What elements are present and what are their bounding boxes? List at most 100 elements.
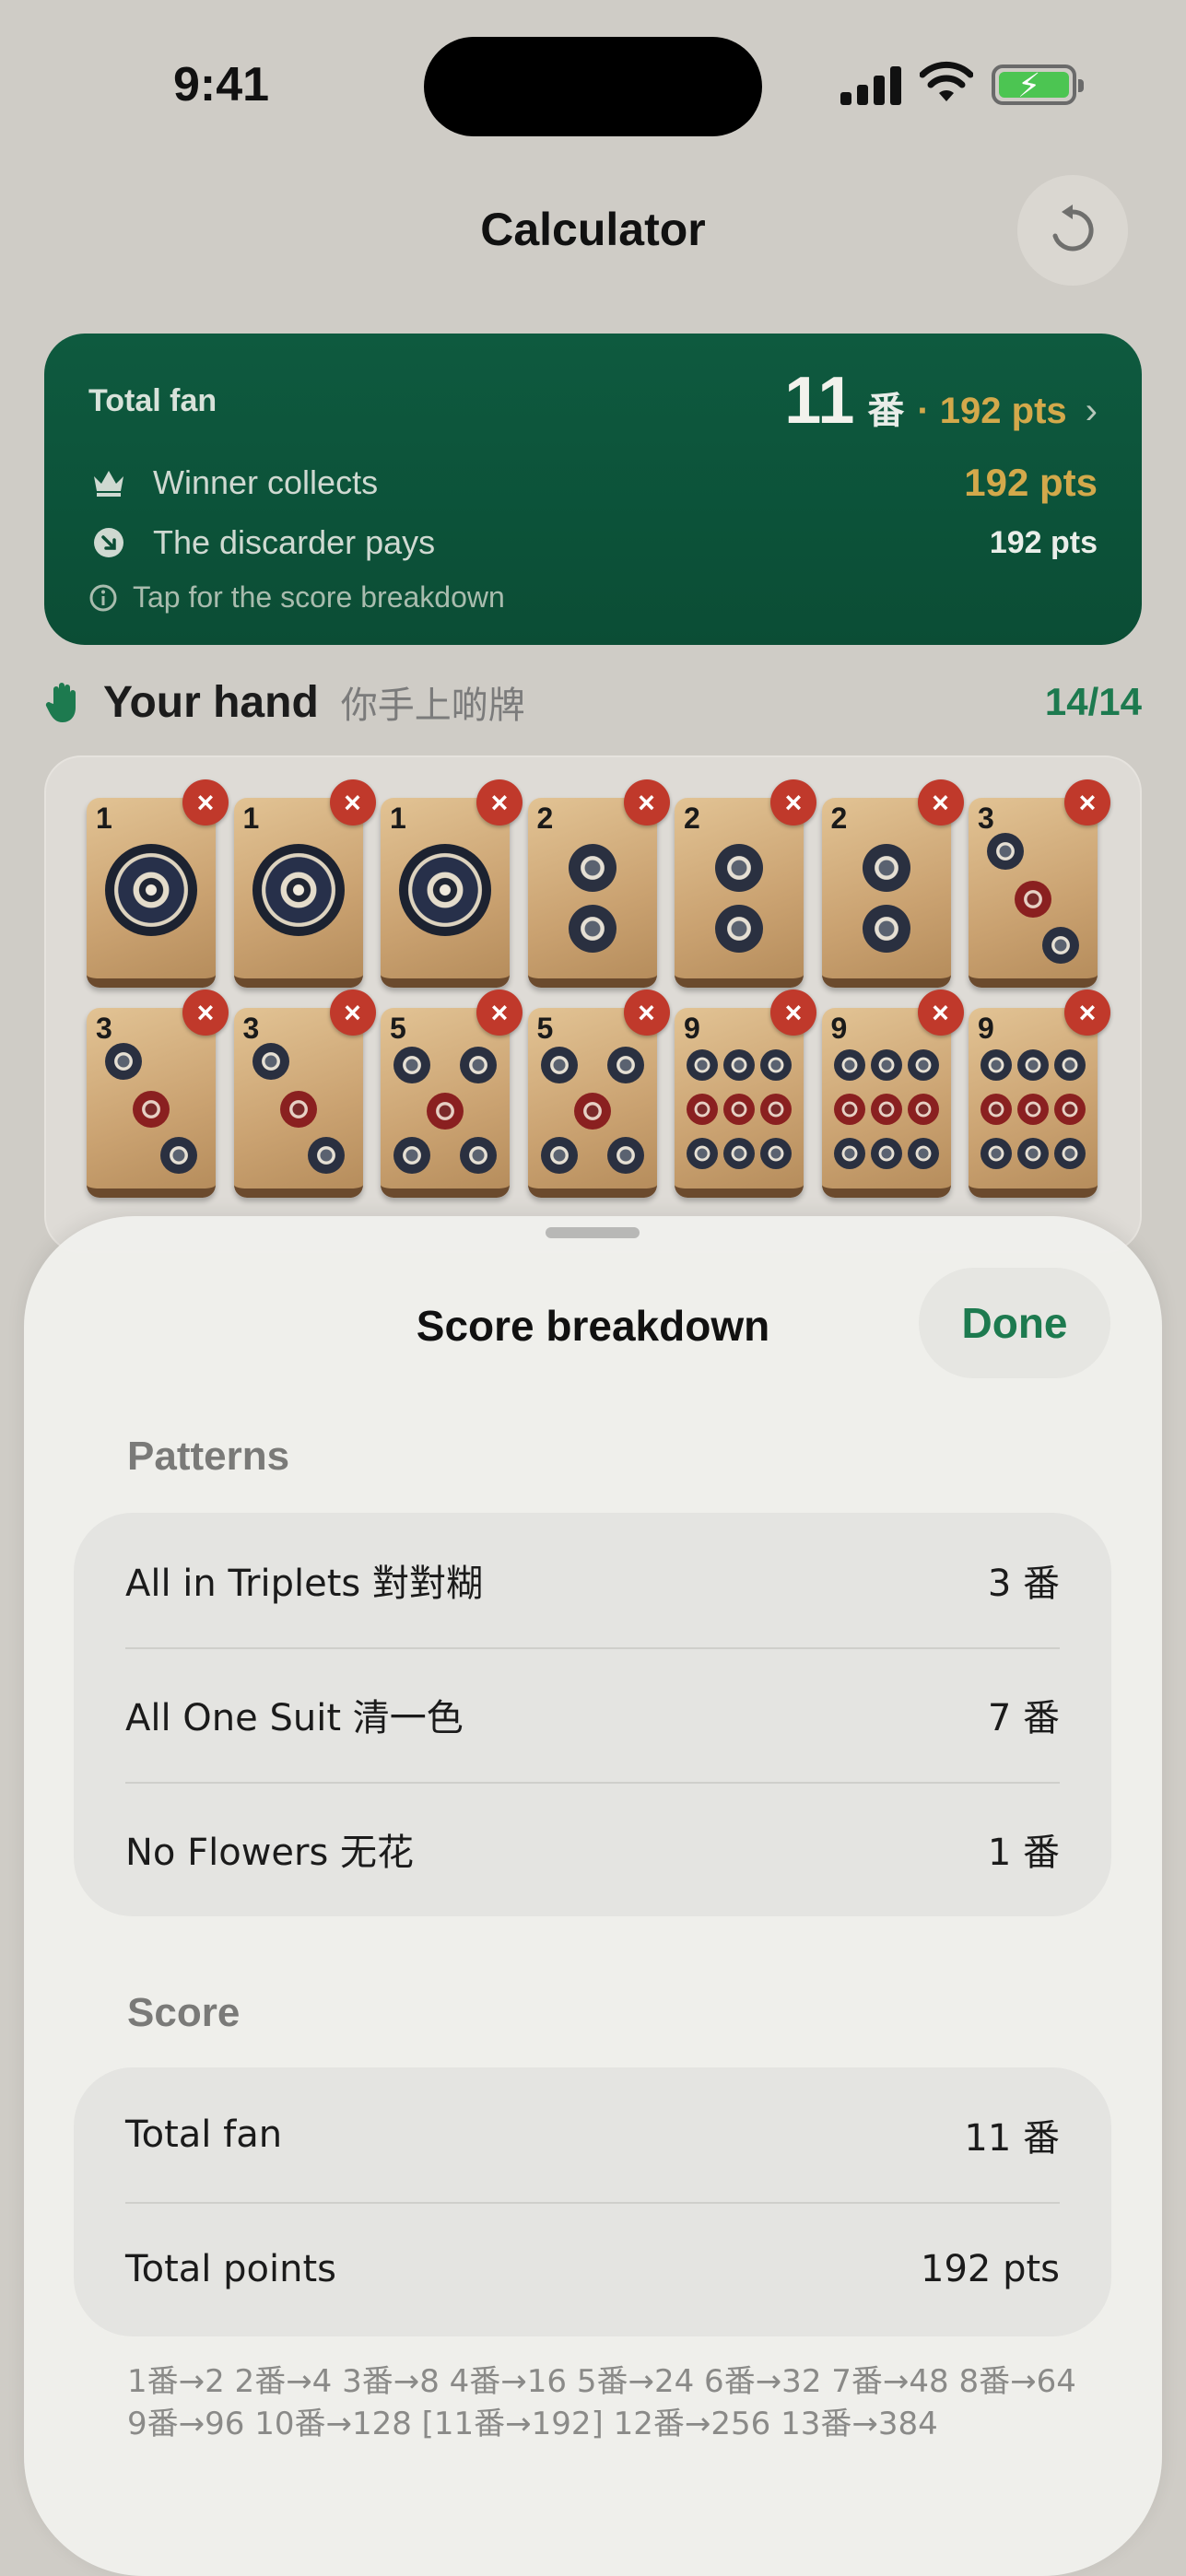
tile-dot [399,844,491,936]
mahjong-tile[interactable]: 1 × [87,779,229,988]
tile-rank: 9 [684,1012,700,1045]
hand-header: Your hand 你手上啲牌 14/14 [44,673,1142,732]
status-time: 9:41 [173,58,270,111]
tile-dot [279,1091,317,1128]
tile-dot [870,1138,902,1169]
score-row: Total fan 11 番 [125,2067,1060,2202]
tile-dot [833,1094,865,1125]
tile-dot [1042,927,1079,964]
tile-rank: 3 [978,802,994,835]
tile-rank: 5 [536,1012,554,1045]
pattern-name: No Flowers 无花 [125,1832,415,1874]
mahjong-tile[interactable]: 9 × [675,989,816,1198]
crown-icon [88,467,129,498]
mahjong-tile[interactable]: 3 × [233,989,376,1198]
remove-tile-button[interactable]: × [476,989,523,1036]
status-bar: 9:41 ⚡ [0,0,1186,175]
hand-subtitle: 你手上啲牌 [340,685,525,727]
total-fan-label: Total fan [88,383,217,418]
tile-dot [540,1047,578,1083]
tile-dot [687,1138,718,1169]
fan-unit: 番 [867,391,905,431]
tile-dot [870,1049,902,1081]
tile-rank: 3 [242,1012,260,1045]
discarder-value: 192 pts [989,524,1098,560]
tile-dot [687,1049,718,1081]
mahjong-tile[interactable]: 5 × [527,989,670,1198]
mahjong-tile[interactable]: 2 × [527,779,670,988]
pattern-name: All One Suit 清一色 [125,1697,464,1739]
pattern-fan: 3 番 [987,1563,1060,1605]
tile-dot [833,1049,865,1081]
mahjong-tile[interactable]: 1 × [233,779,376,988]
tile-dot [568,844,616,892]
tile-dot [760,1138,792,1169]
tile-dot [833,1138,865,1169]
arrow-down-right-circle-icon [88,526,129,559]
tile-dot [907,1138,939,1169]
done-button[interactable]: Done [919,1268,1110,1378]
score-value: 192 pts [921,2248,1060,2290]
tile-dot [715,844,763,892]
tile-dot [393,1047,430,1083]
tile-dot [723,1138,755,1169]
total-fan-card[interactable]: Total fan 11 番 · 192 pts › Winner collec… [44,334,1142,645]
tile-rank: 1 [242,802,260,835]
tile-dot [723,1049,755,1081]
tile-dot [133,1091,170,1128]
tile-dot [715,905,763,953]
remove-tile-button[interactable]: × [917,989,964,1036]
remove-tile-button[interactable]: × [770,779,816,825]
winner-row: Winner collects 192 pts [88,461,1098,505]
discarder-row: The discarder pays 192 pts [88,523,1098,562]
tile-dot [1054,1138,1086,1169]
remove-tile-button[interactable]: × [182,779,229,825]
breakdown-hint: Tap for the score breakdown [88,580,505,615]
mahjong-tile[interactable]: 2 × [675,779,816,988]
remove-tile-button[interactable]: × [1064,779,1110,825]
pattern-row: All One Suit 清一色 7 番 [125,1647,1060,1782]
reset-icon [1052,205,1094,252]
tile-dot [870,1094,902,1125]
remove-tile-button[interactable]: × [329,779,376,825]
tile-dot [307,1137,345,1174]
reset-button[interactable] [1017,175,1128,286]
tile-dot [862,844,910,892]
mahjong-tile[interactable]: 3 × [969,779,1110,988]
tile-dot [460,1137,497,1174]
score-section-label: Score [127,1990,241,2035]
remove-tile-button[interactable]: × [770,989,816,1036]
remove-tile-button[interactable]: × [476,779,523,825]
remove-tile-button[interactable]: × [1064,989,1110,1036]
mahjong-tile[interactable]: 9 × [821,989,964,1198]
score-group: Total fan 11 番 Total points 192 pts [74,2067,1111,2336]
score-name: Total fan [125,2113,283,2156]
battery-icon: ⚡ [992,64,1084,105]
tile-dot [687,1094,718,1125]
mahjong-tile[interactable]: 9 × [969,989,1110,1198]
remove-tile-button[interactable]: × [623,779,670,825]
winner-label: Winner collects [153,463,379,501]
sheet-grabber[interactable] [546,1227,640,1238]
breakdown-hint-text: Tap for the score breakdown [133,580,505,614]
pattern-fan: 7 番 [987,1697,1060,1739]
remove-tile-button[interactable]: × [623,989,670,1036]
tile-dot [427,1093,464,1130]
tile-dot [105,844,197,936]
patterns-group: All in Triplets 對對糊 3 番 All One Suit 清一色… [74,1513,1111,1916]
total-fan-number: 11 [784,364,855,438]
remove-tile-button[interactable]: × [329,989,376,1036]
tile-dot [760,1094,792,1125]
mahjong-tile[interactable]: 3 × [87,989,229,1198]
remove-tile-button[interactable]: × [182,989,229,1036]
mahjong-tile[interactable]: 5 × [381,989,523,1198]
tile-dot [1054,1049,1086,1081]
mahjong-tile[interactable]: 2 × [821,779,964,988]
tile-dot [1017,1049,1049,1081]
mahjong-tile[interactable]: 1 × [381,779,523,988]
tile-dot [862,905,910,953]
remove-tile-button[interactable]: × [917,779,964,825]
tile-rank: 2 [830,802,848,835]
tile-dot [760,1049,792,1081]
tile-dot [907,1049,939,1081]
